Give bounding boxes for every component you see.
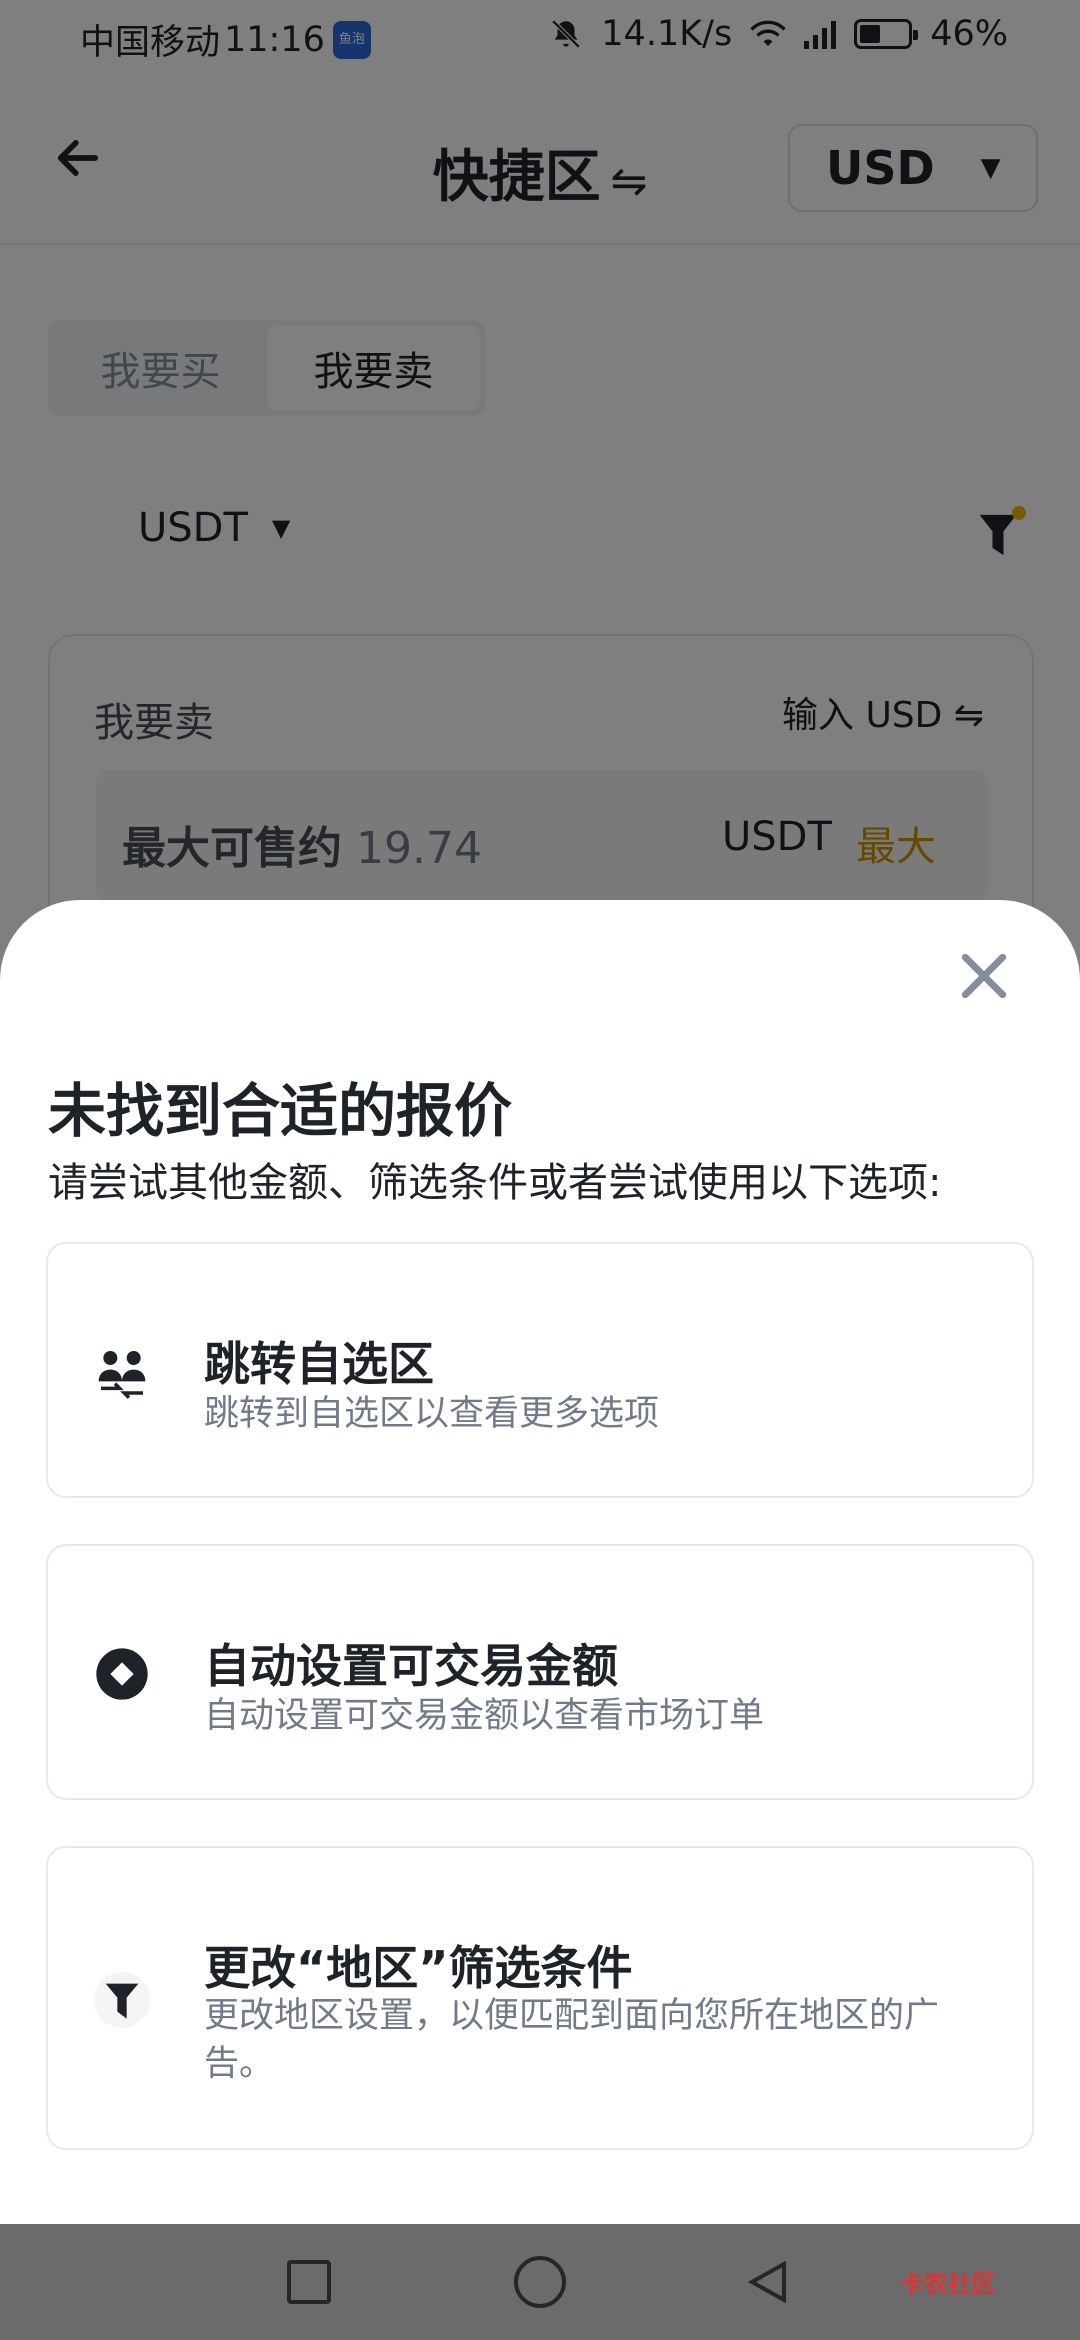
- option-subtitle: 跳转到自选区以查看更多选项: [204, 1394, 660, 1434]
- close-icon[interactable]: [956, 948, 1012, 1004]
- no-quote-sheet: 未找到合适的报价 请尝试其他金额、筛选条件或者尝试使用以下选项: 跳转自选区 跳…: [0, 900, 1080, 2224]
- recent-apps-button[interactable]: [287, 2260, 331, 2304]
- system-nav-bar: 卡农社区: [0, 2224, 1080, 2340]
- home-button[interactable]: [514, 2256, 566, 2308]
- option-title: 跳转自选区: [204, 1337, 434, 1391]
- filter-icon: [94, 1972, 150, 2028]
- back-triangle-icon[interactable]: [744, 2258, 792, 2306]
- sheet-title: 未找到合适的报价: [48, 1077, 513, 1145]
- option-change-region-filter[interactable]: 更改“地区”筛选条件 更改地区设置，以便匹配到面向您所在地区的广告。: [46, 1846, 1034, 2150]
- option-subtitle: 自动设置可交易金额以查看市场订单: [204, 1696, 765, 1736]
- option-subtitle: 更改地区设置，以便匹配到面向您所在地区的广告。: [204, 1996, 940, 2084]
- option-go-custom-zone[interactable]: 跳转自选区 跳转到自选区以查看更多选项: [46, 1242, 1034, 1498]
- option-title: 自动设置可交易金额: [204, 1639, 618, 1693]
- option-auto-amount[interactable]: 自动设置可交易金额 自动设置可交易金额以查看市场订单: [46, 1544, 1034, 1800]
- sheet-description: 请尝试其他金额、筛选条件或者尝试使用以下选项:: [48, 1160, 942, 1206]
- watermark-text: 卡农社区: [900, 2270, 996, 2298]
- users-switch-icon: [98, 1351, 146, 1399]
- option-title: 更改“地区”筛选条件: [204, 1941, 633, 1995]
- diamond-icon: [96, 1648, 148, 1700]
